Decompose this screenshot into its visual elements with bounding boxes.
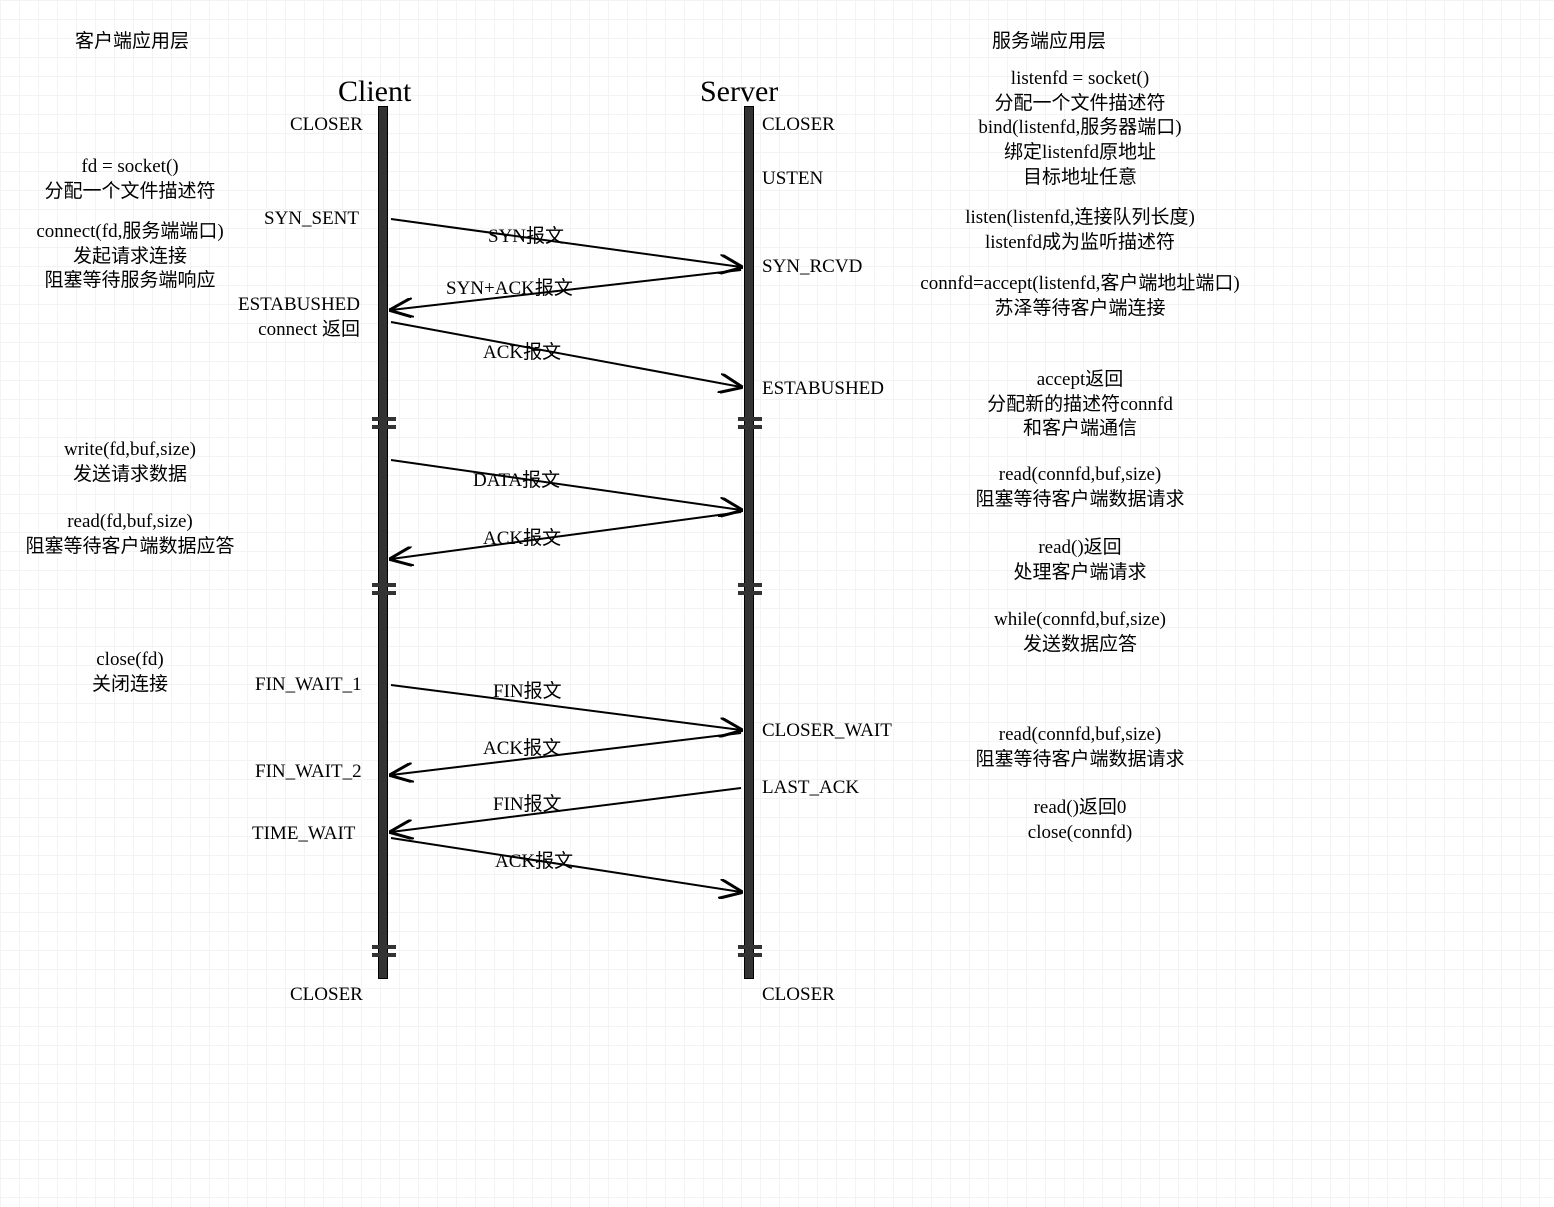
- client-state-closer-bot: CLOSER: [290, 983, 363, 1008]
- server-state-closer-bot: CLOSER: [762, 983, 835, 1008]
- client-app-close: close(fd)关闭连接: [20, 648, 240, 697]
- client-lifeline: [378, 106, 388, 979]
- client-state-fin-wait-1: FIN_WAIT_1: [255, 673, 362, 698]
- client-app-write: write(fd,buf,size)发送请求数据: [20, 438, 240, 487]
- client-state-closer-top: CLOSER: [290, 113, 363, 138]
- server-state-last-ack: LAST_ACK: [762, 776, 859, 801]
- server-state-usten: USTEN: [762, 167, 823, 192]
- msg-syn-ack: SYN+ACK报文: [446, 277, 573, 302]
- server-app-read1: read(connfd,buf,size)阻塞等待客户端数据请求: [940, 463, 1220, 512]
- server-app-while: while(connfd,buf,size)发送数据应答: [940, 608, 1220, 657]
- server-lifeline: [744, 106, 754, 979]
- server-app-accept-ret: accept返回分配新的描述符connfd和客户端通信: [940, 368, 1220, 442]
- server-app-read0: read()返回0close(connfd): [940, 796, 1220, 845]
- server-title: Server: [700, 72, 778, 111]
- server-state-syn-rcvd: SYN_RCVD: [762, 255, 862, 280]
- server-state-closer-wait: CLOSER_WAIT: [762, 719, 892, 744]
- msg-fin2: FIN报文: [493, 793, 562, 818]
- server-app-listen: listen(listenfd,连接队列长度)listenfd成为监听描述符: [940, 206, 1220, 255]
- server-app-header: 服务端应用层: [992, 30, 1106, 55]
- client-app-connect: connect(fd,服务端端口)发起请求连接阻塞等待服务端响应: [20, 220, 240, 294]
- client-app-header: 客户端应用层: [75, 30, 189, 55]
- client-state-established: ESTABUSHEDconnect 返回: [238, 293, 360, 342]
- server-state-established: ESTABUSHED: [762, 377, 884, 402]
- client-state-fin-wait-2: FIN_WAIT_2: [255, 760, 362, 785]
- msg-ack2: ACK报文: [483, 527, 561, 552]
- client-app-read: read(fd,buf,size)阻塞等待客户端数据应答: [20, 510, 240, 559]
- server-app-socket: listenfd = socket()分配一个文件描述符bind(listenf…: [940, 67, 1220, 190]
- server-state-closer-top: CLOSER: [762, 113, 835, 138]
- client-title: Client: [338, 72, 411, 111]
- client-app-socket: fd = socket()分配一个文件描述符: [20, 155, 240, 204]
- client-state-syn-sent: SYN_SENT: [264, 207, 359, 232]
- server-app-read-ret: read()返回处理客户端请求: [940, 536, 1220, 585]
- msg-fin1: FIN报文: [493, 680, 562, 705]
- msg-ack4: ACK报文: [495, 850, 573, 875]
- msg-syn: SYN报文: [488, 225, 564, 250]
- msg-ack3: ACK报文: [483, 737, 561, 762]
- server-app-read2: read(connfd,buf,size)阻塞等待客户端数据请求: [940, 723, 1220, 772]
- client-state-time-wait: TIME_WAIT: [252, 822, 355, 847]
- msg-ack1: ACK报文: [483, 341, 561, 366]
- msg-data: DATA报文: [473, 469, 560, 494]
- server-app-accept: connfd=accept(listenfd,客户端地址端口)苏泽等待客户端连接: [910, 272, 1250, 321]
